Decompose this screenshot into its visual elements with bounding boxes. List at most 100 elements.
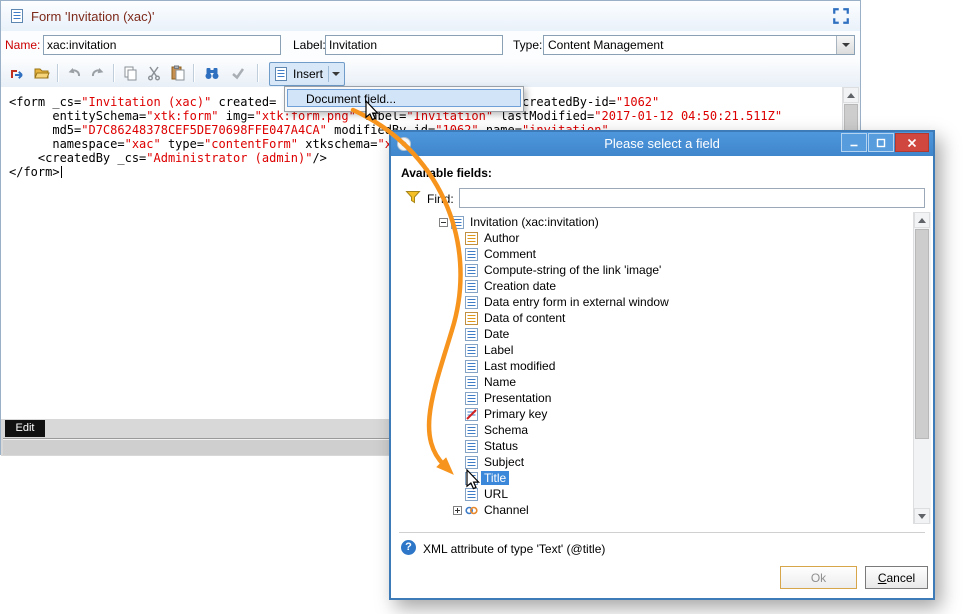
name-input[interactable] xyxy=(43,35,281,55)
menu-item-document-field[interactable]: Document field... xyxy=(287,89,521,107)
tree-item-label: Comment xyxy=(484,247,537,261)
scroll-up-arrow[interactable] xyxy=(843,87,859,103)
tab-edit[interactable]: Edit xyxy=(5,420,45,437)
redo-button[interactable] xyxy=(87,62,109,84)
type-select[interactable]: Content Management xyxy=(543,35,855,55)
undo-button[interactable] xyxy=(63,62,85,84)
text-caret xyxy=(60,166,63,178)
tree-item[interactable]: URL xyxy=(399,486,914,502)
tree-item-label: Creation date xyxy=(484,279,557,293)
tree-item-label: Data of content xyxy=(484,311,566,325)
binoculars-icon xyxy=(205,68,219,79)
filter-funnel-icon xyxy=(405,189,421,205)
insert-button[interactable]: Insert xyxy=(269,62,345,86)
tree-item[interactable]: Author xyxy=(399,230,914,246)
insert-button-label: Insert xyxy=(293,67,324,81)
paste-button[interactable] xyxy=(167,62,189,84)
field-description: XML attribute of type 'Text' (@title) xyxy=(423,542,606,556)
tree-item[interactable]: Title xyxy=(399,470,914,486)
chevron-down-icon[interactable] xyxy=(836,36,854,54)
scroll-down-arrow[interactable] xyxy=(914,508,930,524)
list-blue-icon xyxy=(465,439,478,453)
expand-icon[interactable] xyxy=(451,505,463,515)
chevron-down-icon[interactable] xyxy=(329,72,342,76)
redo-icon xyxy=(92,68,104,77)
tree-item-label: Compute-string of the link 'image' xyxy=(484,263,662,277)
list-blue-icon xyxy=(465,327,478,341)
tree-item[interactable]: Status xyxy=(399,438,914,454)
tree-item[interactable]: Date xyxy=(399,326,914,342)
open-button[interactable] xyxy=(31,62,53,84)
list-blue-icon xyxy=(465,471,478,485)
find-button[interactable] xyxy=(201,62,223,84)
tree-item-label: Author xyxy=(484,231,520,245)
check-icon xyxy=(232,68,245,80)
tree-item[interactable]: Label xyxy=(399,342,914,358)
form-properties-row: Name: Label: Type: Content Management xyxy=(1,31,860,59)
divider xyxy=(399,532,925,533)
collapse-icon[interactable] xyxy=(437,217,449,227)
scroll-up-arrow[interactable] xyxy=(914,212,930,228)
insert-menu: Document field... xyxy=(284,86,524,112)
scroll-thumb[interactable] xyxy=(915,229,929,439)
toolbar-separator xyxy=(257,64,258,82)
tree-item[interactable]: Comment xyxy=(399,246,914,262)
tree-item[interactable]: Data entry form in external window xyxy=(399,294,914,310)
list-blue-icon xyxy=(465,423,478,437)
copy-icon xyxy=(124,66,137,81)
tree-item-label: Last modified xyxy=(484,359,556,373)
goto-button[interactable] xyxy=(7,62,29,84)
cancel-button[interactable]: Cancel xyxy=(865,566,928,589)
insert-field-icon xyxy=(273,66,289,82)
tree-item-label: Invitation (xac:invitation) xyxy=(470,215,599,229)
tree-item[interactable]: Name xyxy=(399,374,914,390)
close-button[interactable] xyxy=(895,133,929,152)
tree-item[interactable]: Primary key xyxy=(399,406,914,422)
list-blue-icon xyxy=(465,359,478,373)
maximize-button[interactable] xyxy=(868,133,894,152)
window-title: Form 'Invitation (xac)' xyxy=(31,9,155,24)
tree-item[interactable]: Data of content xyxy=(399,310,914,326)
tree-item-label: Name xyxy=(484,375,517,389)
list-yellow-icon xyxy=(465,311,478,325)
tree-item[interactable]: Schema xyxy=(399,422,914,438)
tree-item[interactable]: Presentation xyxy=(399,390,914,406)
list-blue-icon xyxy=(465,247,478,261)
toolbar-separator xyxy=(113,64,114,82)
tree-item[interactable]: Channel xyxy=(399,502,914,518)
key-icon xyxy=(465,407,478,421)
label-label: Label: xyxy=(293,38,326,52)
field-tree: Invitation (xac:invitation) Author Comment… xyxy=(399,212,931,524)
list-blue-icon xyxy=(465,295,478,309)
copy-button[interactable] xyxy=(119,62,141,84)
list-yellow-icon xyxy=(465,231,478,245)
tree-item-label: Date xyxy=(484,327,510,341)
find-input[interactable] xyxy=(459,188,925,208)
list-blue-icon xyxy=(465,487,478,501)
tree-item[interactable]: Compute-string of the link 'image' xyxy=(399,262,914,278)
tree-item[interactable]: Last modified xyxy=(399,358,914,374)
label-input[interactable] xyxy=(325,35,503,55)
folder-open-icon xyxy=(34,68,50,79)
list-blue-icon xyxy=(465,375,478,389)
form-icon xyxy=(9,8,25,24)
validate-button[interactable] xyxy=(227,62,249,84)
tree-item-label: Schema xyxy=(484,423,529,437)
cut-button[interactable] xyxy=(143,62,165,84)
toolbar-separator xyxy=(57,64,58,82)
tree-item-label: Title xyxy=(481,471,510,485)
tree-item-label: URL xyxy=(484,487,509,501)
list-blue-icon xyxy=(465,263,478,277)
tree-item[interactable]: Subject xyxy=(399,454,914,470)
select-field-dialog: Please select a field Available fields: … xyxy=(389,130,935,600)
ok-button[interactable]: Ok xyxy=(780,566,857,589)
list-blue-icon xyxy=(465,391,478,405)
toolbar: Insert xyxy=(1,59,860,88)
list-blue-icon xyxy=(465,455,478,469)
minimize-button[interactable] xyxy=(841,133,867,152)
list-blue-icon xyxy=(465,279,478,293)
tree-scrollbar[interactable] xyxy=(913,212,931,524)
expand-icon[interactable] xyxy=(832,7,850,25)
tree-item[interactable]: Creation date xyxy=(399,278,914,294)
tree-root[interactable]: Invitation (xac:invitation) xyxy=(399,214,914,230)
